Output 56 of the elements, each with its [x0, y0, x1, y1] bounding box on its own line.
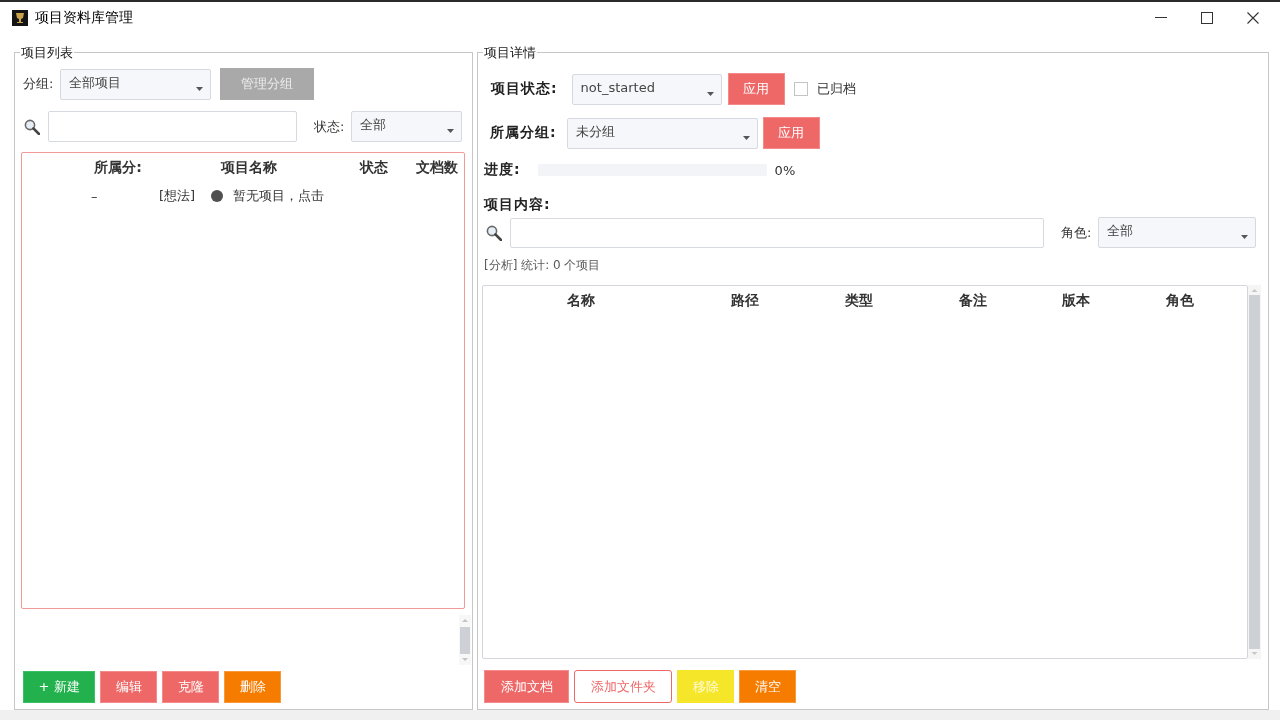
action-button[interactable]: 克隆 — [162, 671, 219, 703]
caret-icon — [1241, 235, 1249, 239]
column-header: 名称 — [566, 291, 596, 310]
progress-percent: 0% — [774, 162, 796, 178]
group-dropdown[interactable]: 未分组 — [566, 117, 758, 149]
search-icon — [24, 118, 40, 135]
column-header: 版本 — [1061, 291, 1091, 310]
search-icon — [486, 224, 502, 241]
action-button[interactable]: 清空 — [739, 670, 796, 703]
tag-text: [想法] — [159, 187, 196, 205]
status-dropdown[interactable]: not_started — [571, 73, 722, 105]
column-header: 所属分: — [93, 158, 143, 177]
progress-label: 进度: — [484, 161, 521, 179]
caret-icon — [447, 129, 455, 133]
column-header: 路径 — [730, 291, 760, 310]
action-button[interactable]: 删除 — [224, 671, 281, 703]
group-label: 分组: — [23, 75, 54, 93]
group-label: 所属分组: — [490, 124, 557, 142]
caret-icon — [706, 91, 714, 96]
project-name-text[interactable]: 暂无项目，点击 — [233, 187, 325, 205]
archived-label: 已归档 — [816, 80, 856, 98]
maximize-icon — [1201, 11, 1213, 24]
apply-button[interactable]: 应用 — [762, 117, 820, 149]
search-field[interactable] — [48, 111, 297, 142]
column-header: 文档数 — [414, 158, 459, 177]
column-header: 状态 — [358, 158, 389, 177]
group-dropdown[interactable]: 全部项目 — [60, 68, 212, 100]
action-button[interactable]: 编辑 — [100, 671, 157, 703]
panel-title: 项目列表 — [20, 45, 74, 60]
summary-text: [分析] 统计: 0 个项目 — [484, 257, 601, 272]
search-field[interactable] — [510, 217, 1044, 248]
apply-button[interactable]: 应用 — [727, 73, 785, 105]
caret-icon — [196, 86, 204, 91]
minimize-icon — [1155, 17, 1167, 18]
status-label: 项目状态: — [491, 80, 558, 98]
group-cell-text: – — [91, 188, 98, 204]
app-icon — [12, 9, 28, 26]
column-header: 类型 — [844, 291, 874, 310]
status-dropdown[interactable]: 全部 — [351, 111, 463, 142]
status-label: 状态: — [314, 117, 345, 136]
window-title: 项目资料库管理 — [35, 8, 133, 27]
action-button[interactable]: 添加文件夹 — [574, 670, 672, 703]
vertical-scrollbar[interactable] — [459, 615, 471, 665]
panel-title: 项目详情 — [483, 45, 537, 60]
column-header: 角色 — [1165, 291, 1195, 310]
content-heading: 项目内容: — [484, 196, 551, 212]
caret-icon — [742, 135, 750, 140]
action-button[interactable]: + 新建 — [23, 671, 95, 703]
vertical-scrollbar[interactable] — [1248, 285, 1261, 659]
column-header: 项目名称 — [219, 158, 278, 177]
close-icon — [1247, 11, 1259, 24]
role-label: 角色: — [1061, 223, 1092, 242]
action-button[interactable]: 添加文档 — [484, 670, 569, 703]
column-header: 备注 — [958, 291, 988, 310]
role-dropdown[interactable]: 全部 — [1098, 217, 1257, 248]
archived-checkbox[interactable] — [793, 82, 808, 96]
